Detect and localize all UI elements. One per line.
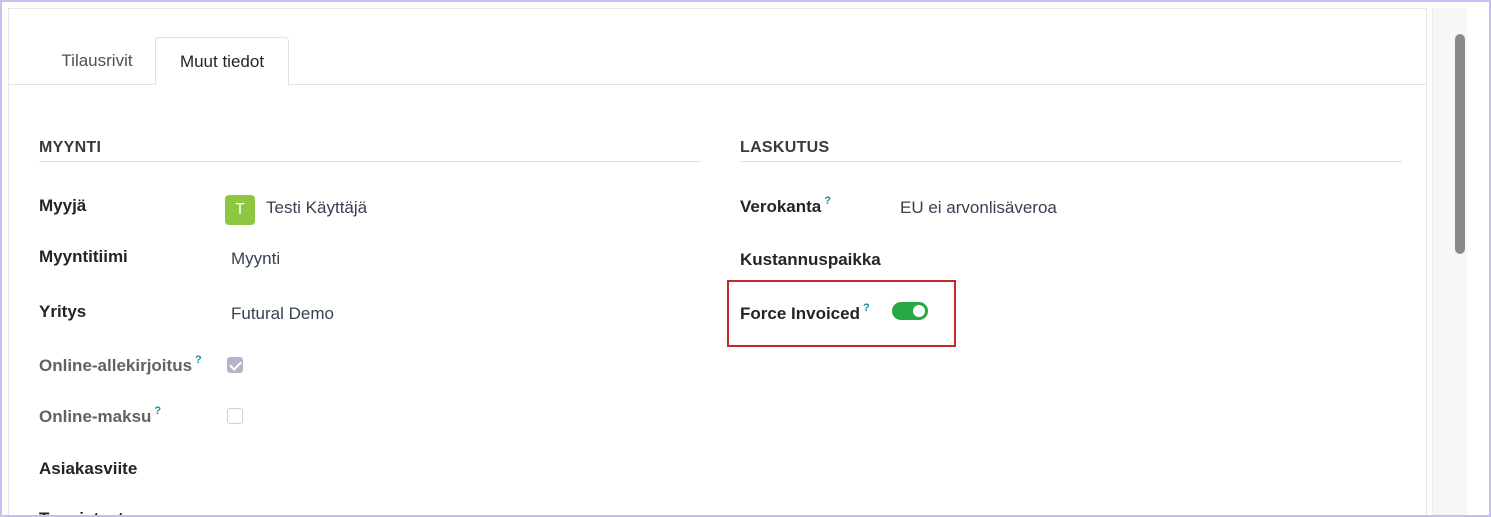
online-payment-label: Online-maksu? <box>39 405 161 427</box>
fiscal-position-value[interactable]: EU ei arvonlisäveroa <box>900 198 1057 218</box>
help-icon[interactable]: ? <box>154 405 161 417</box>
scrollbar-thumb[interactable] <box>1455 34 1465 254</box>
form-frame: Tilausrivit Muut tiedot MYYNTI Myyjä T T… <box>0 0 1491 517</box>
online-signature-label-text: Online-allekirjoitus <box>39 356 193 375</box>
tags-label: Tunnisteet <box>39 509 124 515</box>
salesperson-label: Myyjä <box>39 196 87 215</box>
salesperson-avatar[interactable]: T <box>225 195 255 225</box>
online-payment-checkbox[interactable] <box>227 408 243 424</box>
company-value[interactable]: Futural Demo <box>231 304 334 324</box>
analytic-account-label: Kustannuspaikka <box>740 250 881 269</box>
company-label: Yritys <box>39 302 87 321</box>
tab-order-lines[interactable]: Tilausrivit <box>41 37 153 84</box>
online-signature-label: Online-allekirjoitus? <box>39 354 202 376</box>
salesperson-value[interactable]: Testi Käyttäjä <box>266 198 367 218</box>
online-payment-label-text: Online-maksu <box>39 407 152 426</box>
fiscal-position-label: Verokanta? <box>740 195 831 217</box>
sales-team-value[interactable]: Myynti <box>231 249 280 269</box>
online-signature-checkbox[interactable] <box>227 357 243 373</box>
help-icon[interactable]: ? <box>195 354 202 366</box>
section-title-invoicing: LASKUTUS <box>740 139 830 156</box>
help-icon[interactable]: ? <box>824 195 831 207</box>
tab-other-info[interactable]: Muut tiedot <box>155 37 289 85</box>
customer-reference-label: Asiakasviite <box>39 459 138 478</box>
notebook-tabs: Tilausrivit Muut tiedot <box>9 37 1426 85</box>
fiscal-position-label-text: Verokanta <box>740 197 822 216</box>
form-sheet: Tilausrivit Muut tiedot MYYNTI Myyjä T T… <box>8 8 1427 515</box>
section-title-sales: MYYNTI <box>39 139 102 156</box>
highlight-box <box>727 280 956 347</box>
section-divider-invoicing <box>740 161 1402 162</box>
sales-team-label: Myyntitiimi <box>39 247 128 266</box>
section-divider-sales <box>39 161 701 162</box>
